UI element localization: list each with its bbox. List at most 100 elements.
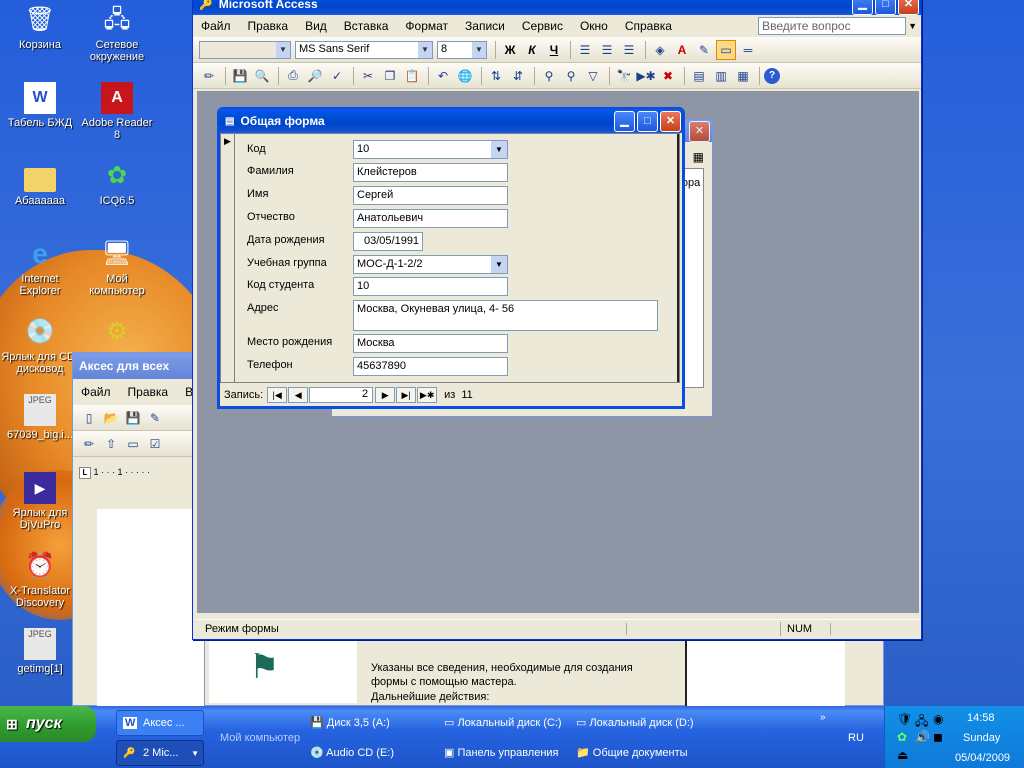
print-icon[interactable]: ⎙ bbox=[283, 66, 303, 86]
desktop-icon-getimg[interactable]: JPEG getimg[1] bbox=[0, 628, 80, 675]
line-width-icon[interactable]: ═ bbox=[738, 40, 758, 60]
save-icon[interactable]: 💾 bbox=[230, 66, 250, 86]
permission-icon[interactable]: ✎ bbox=[145, 408, 165, 428]
view-design-icon[interactable]: ✏ bbox=[199, 66, 219, 86]
record-number-input[interactable]: 2 bbox=[309, 387, 374, 403]
field-telefon[interactable]: 45637890 bbox=[353, 357, 508, 376]
new-doc-icon[interactable]: ▯ bbox=[79, 408, 99, 428]
previous-record-button[interactable]: ◀ bbox=[288, 387, 309, 403]
word-menu-file[interactable]: Файл bbox=[81, 385, 111, 399]
align-right-icon[interactable]: ☰ bbox=[619, 40, 639, 60]
desktop-icon-ie[interactable]: e Internet Explorer bbox=[0, 238, 80, 297]
desktop-icon-tabel[interactable]: W Табель БЖД bbox=[0, 82, 80, 129]
properties-icon[interactable]: ▤ bbox=[689, 66, 709, 86]
open-folder-icon[interactable]: 📂 bbox=[101, 408, 121, 428]
copy-icon[interactable]: ❐ bbox=[380, 66, 400, 86]
task-word[interactable]: W Аксес ... bbox=[116, 710, 204, 736]
line-color-icon[interactable]: ✎ bbox=[694, 40, 714, 60]
minimize-button[interactable]: ▁ bbox=[852, 0, 873, 15]
next-record-button[interactable]: ▶ bbox=[375, 387, 396, 403]
help-search-input[interactable]: Введите вопрос bbox=[758, 17, 907, 35]
search-file-icon[interactable]: 🔍 bbox=[252, 66, 272, 86]
font-name-combo[interactable]: MS Sans Serif ▼ bbox=[295, 40, 433, 59]
antivirus-icon[interactable]: ◉ bbox=[933, 712, 943, 726]
sort-ascending-icon[interactable]: ⇅ bbox=[486, 66, 506, 86]
chevron-down-icon[interactable]: ▼ bbox=[491, 256, 507, 273]
paste-icon[interactable]: 📋 bbox=[402, 66, 422, 86]
menu-edit[interactable]: Правка bbox=[248, 19, 289, 33]
last-record-button[interactable]: ▶| bbox=[396, 387, 417, 403]
chevron-down-icon[interactable]: ▼ bbox=[491, 141, 507, 158]
field-kod[interactable]: 10 ▼ bbox=[353, 140, 508, 159]
desktop-icon-my-computer[interactable]: 🖥 Мой компьютер bbox=[77, 238, 157, 297]
start-button[interactable]: ⊞ пуск bbox=[0, 706, 96, 742]
details-view-icon[interactable]: ▦ bbox=[693, 150, 704, 164]
drive-d[interactable]: ▭ Локальный диск (D:) bbox=[576, 716, 694, 729]
align-center-icon[interactable]: ☰ bbox=[597, 40, 617, 60]
field-data-rozhdeniya[interactable]: 03/05/1991 bbox=[353, 232, 423, 251]
new-record-button[interactable]: ▶✱ bbox=[417, 387, 438, 403]
overflow-chevron-icon[interactable]: » bbox=[820, 712, 826, 723]
menu-records[interactable]: Записи bbox=[465, 19, 505, 33]
desktop-icon-unknown[interactable]: ⚙ bbox=[77, 316, 157, 351]
usb-icon[interactable]: ⏏ bbox=[897, 748, 908, 762]
drive-e[interactable]: 💿 Audio CD (E:) bbox=[310, 746, 394, 759]
checkbox-icon[interactable]: ☑ bbox=[145, 434, 165, 454]
undo-icon[interactable]: ↶ bbox=[433, 66, 453, 86]
form-minimize-button[interactable]: ▁ bbox=[614, 110, 635, 132]
menu-format[interactable]: Формат bbox=[405, 19, 448, 33]
menu-tools[interactable]: Сервис bbox=[522, 19, 563, 33]
app-tray-icon[interactable]: ◼ bbox=[933, 730, 943, 744]
save-icon[interactable]: 💾 bbox=[123, 408, 143, 428]
desktop-icon-icq[interactable]: ✿ ICQ6.5 bbox=[77, 160, 157, 207]
apply-filter-icon[interactable]: ▽ bbox=[583, 66, 603, 86]
maximize-button[interactable]: □ bbox=[875, 0, 896, 15]
field-uchebnaya-gruppa[interactable]: МОС-Д-1-2/2 ▼ bbox=[353, 255, 508, 274]
desktop-icon-network[interactable]: 🖧 Сетевое окружение bbox=[77, 4, 157, 63]
field-adres[interactable]: Москва, Окуневая улица, 4- 56 bbox=[353, 300, 658, 331]
desktop-icon-cd[interactable]: 💿 Ярлык для CD-дисковод bbox=[0, 316, 80, 375]
font-color-icon[interactable]: A bbox=[672, 40, 692, 60]
desktop-icon-adobe[interactable]: A Adobe Reader 8 bbox=[77, 82, 157, 141]
delete-record-icon[interactable]: ✖ bbox=[658, 66, 678, 86]
draw-icon[interactable]: ✏ bbox=[79, 434, 99, 454]
sort-descending-icon[interactable]: ⇵ bbox=[508, 66, 528, 86]
desktop-icon-jpeg[interactable]: JPEG 67039_big.i... bbox=[0, 394, 80, 441]
desktop-icon-folder[interactable]: Абаааааа bbox=[0, 160, 80, 207]
database-window-icon[interactable]: ▥ bbox=[711, 66, 731, 86]
arrow-icon[interactable]: ⇧ bbox=[101, 434, 121, 454]
desktop-icon-recycle-bin[interactable]: 🗑 Корзина bbox=[0, 4, 80, 51]
shared-documents[interactable]: 📁 Общие документы bbox=[576, 746, 688, 759]
filter-by-selection-icon[interactable]: ⚲ bbox=[539, 66, 559, 86]
desktop-icon-djvu[interactable]: ▶ Ярлык для DjVuPro bbox=[0, 472, 80, 531]
help-icon[interactable]: ? bbox=[764, 67, 780, 84]
word-menu-edit[interactable]: Правка bbox=[128, 385, 169, 399]
print-preview-icon[interactable]: 🔎 bbox=[305, 66, 325, 86]
new-object-icon[interactable]: ▦ bbox=[733, 66, 753, 86]
hyperlink-icon[interactable]: 🌐 bbox=[455, 66, 475, 86]
database-close-button[interactable]: ✕ bbox=[689, 121, 710, 142]
menu-help[interactable]: Справка bbox=[625, 19, 672, 33]
spelling-icon[interactable]: ✓ bbox=[327, 66, 347, 86]
fill-color-icon[interactable]: ◈ bbox=[650, 40, 670, 60]
volume-icon[interactable]: 🔊 bbox=[915, 730, 930, 744]
cut-icon[interactable]: ✂ bbox=[358, 66, 378, 86]
italic-button[interactable]: К bbox=[522, 40, 542, 60]
security-shield-icon[interactable]: 🛡 bbox=[897, 712, 912, 726]
form-close-button[interactable]: ✕ bbox=[660, 110, 681, 132]
help-dropdown-arrow[interactable]: ▼ bbox=[908, 21, 917, 31]
border-color-icon[interactable]: ▭ bbox=[716, 39, 736, 60]
font-size-combo[interactable]: 8 ▼ bbox=[437, 40, 487, 59]
menu-window[interactable]: Окно bbox=[580, 19, 608, 33]
align-left-icon[interactable]: ☰ bbox=[575, 40, 595, 60]
first-record-button[interactable]: |◀ bbox=[267, 387, 288, 403]
find-icon[interactable]: 🔭 bbox=[614, 66, 634, 86]
field-imya[interactable]: Сергей bbox=[353, 186, 508, 205]
field-kod-studenta[interactable]: 10 bbox=[353, 277, 508, 296]
control-panel[interactable]: ▣ Панель управления bbox=[444, 746, 559, 759]
new-record-icon[interactable]: ▶✱ bbox=[636, 66, 656, 86]
form-maximize-button[interactable]: □ bbox=[637, 110, 658, 132]
comment-icon[interactable]: ▭ bbox=[123, 434, 143, 454]
menu-insert[interactable]: Вставка bbox=[344, 19, 389, 33]
menu-file[interactable]: Файл bbox=[201, 19, 231, 33]
